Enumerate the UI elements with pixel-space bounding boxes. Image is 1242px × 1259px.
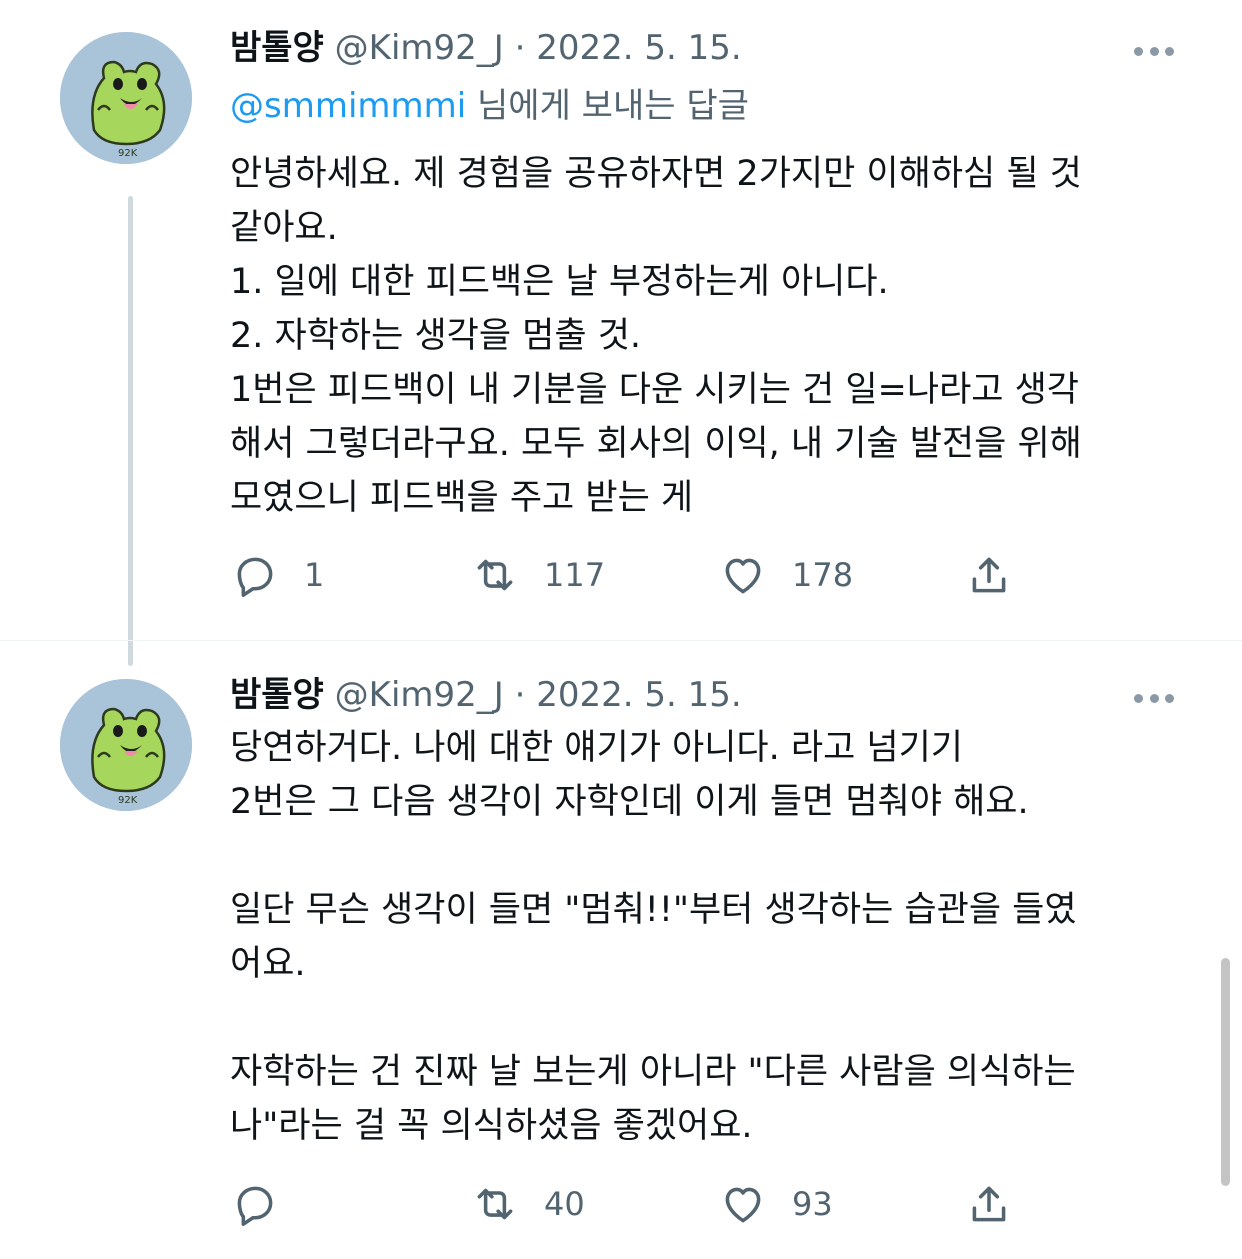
- retweet-icon: [477, 1188, 513, 1220]
- like-count: 93: [792, 1185, 833, 1223]
- tweet[interactable]: 92K 밤톨양 @Kim92_J · 2022. 5. 15. @smmimmm…: [0, 0, 1242, 666]
- tweet-date[interactable]: 2022. 5. 15.: [536, 28, 741, 68]
- mention-link[interactable]: @smmimmmi: [230, 86, 466, 126]
- tweet-text-line: 일단 무슨 생각이 들면 "멈춰!!"부터 생각하는 습관을 들였: [230, 890, 1077, 930]
- tweet-text-line: [230, 829, 1190, 883]
- reply-icon: [237, 1186, 273, 1226]
- tweet-text-line: 1. 일에 대한 피드백은 날 부정하는게 아니다.: [230, 262, 889, 302]
- heart-icon: [725, 558, 761, 594]
- tweet-text-line: 모였으니 피드백을 주고 받는 게: [230, 478, 694, 518]
- handle[interactable]: @Kim92_J: [335, 675, 504, 715]
- retweet-button[interactable]: 40: [470, 1174, 585, 1234]
- share-button[interactable]: [964, 545, 1014, 605]
- reply-to: @smmimmmi 님에게 보내는 답글: [230, 84, 749, 128]
- retweet-icon: [477, 559, 513, 591]
- reply-button[interactable]: [230, 1174, 304, 1234]
- like-button[interactable]: 178: [718, 545, 853, 605]
- more-options-icon[interactable]: [1134, 692, 1174, 704]
- avatar[interactable]: 92K: [60, 32, 192, 164]
- tweet-text: 당연하거다. 나에 대한 얘기가 아니다. 라고 넘기기 2번은 그 다음 생각…: [230, 721, 1190, 1153]
- avatar-signature: 92K: [118, 148, 138, 159]
- tweet-text-line: 2번은 그 다음 생각이 자학인데 이게 들면 멈춰야 해요.: [230, 782, 1029, 822]
- more-options-icon[interactable]: [1134, 45, 1174, 57]
- frog-avatar-icon: 92K: [60, 32, 192, 164]
- tweet-date[interactable]: 2022. 5. 15.: [536, 675, 741, 715]
- reply-to-label: 님에게 보내는 답글: [466, 86, 749, 126]
- tweet-text-line: 어요.: [230, 944, 306, 984]
- display-name[interactable]: 밤톨양: [230, 675, 324, 715]
- tweet-text: 안녕하세요. 제 경험을 공유하자면 2가지만 이해하심 될 것 같아요. 1.…: [230, 147, 1190, 525]
- tweet-text-line: 당연하거다. 나에 대한 얘기가 아니다. 라고 넘기기: [230, 728, 964, 768]
- reply-icon: [237, 557, 273, 597]
- tweet-text-line: [230, 991, 1190, 1045]
- heart-icon: [725, 1187, 761, 1223]
- frog-avatar-icon: 92K: [60, 679, 192, 811]
- avatar-signature: 92K: [118, 795, 138, 806]
- tweet-header: 밤톨양 @Kim92_J · 2022. 5. 15.: [230, 675, 1130, 715]
- share-button[interactable]: [964, 1174, 1014, 1234]
- share-icon: [972, 1186, 1006, 1222]
- scrollbar[interactable]: [1221, 958, 1230, 1186]
- retweet-count: 40: [544, 1185, 585, 1223]
- retweet-count: 117: [544, 556, 606, 594]
- tweet-text-line: 자학하는 건 진짜 날 보는게 아니라 "다른 사람을 의식하는: [230, 1052, 1076, 1092]
- like-button[interactable]: 93: [718, 1174, 833, 1234]
- separator: ·: [514, 28, 526, 68]
- tweet-text-line: 같아요.: [230, 208, 338, 248]
- tweet-actions: 1 117 178: [230, 545, 1030, 605]
- reply-count: 1: [304, 556, 325, 594]
- tweet-text-line: 나"라는 걸 꼭 의식하셨음 좋겠어요.: [230, 1106, 753, 1146]
- tweet-actions: 40 93: [230, 1174, 1030, 1234]
- reply-button[interactable]: 1: [230, 545, 324, 605]
- avatar[interactable]: 92K: [60, 679, 192, 811]
- tweet-text-line: 안녕하세요. 제 경험을 공유하자면 2가지만 이해하심 될 것: [230, 154, 1082, 194]
- tweet-text-line: 1번은 피드백이 내 기분을 다운 시키는 건 일=나라고 생각: [230, 370, 1079, 410]
- tweet[interactable]: 92K 밤톨양 @Kim92_J · 2022. 5. 15. 당연하거다. 나…: [0, 640, 1242, 1259]
- separator: ·: [514, 675, 526, 715]
- display-name[interactable]: 밤톨양: [230, 28, 324, 68]
- tweet-text-line: 해서 그렇더라구요. 모두 회사의 이익, 내 기술 발전을 위해: [230, 424, 1082, 464]
- share-icon: [972, 557, 1006, 593]
- thread-line: [128, 196, 133, 666]
- retweet-button[interactable]: 117: [470, 545, 605, 605]
- like-count: 178: [792, 556, 854, 594]
- tweet-header: 밤톨양 @Kim92_J · 2022. 5. 15.: [230, 28, 1130, 68]
- tweet-text-line: 2. 자학하는 생각을 멈출 것.: [230, 316, 642, 356]
- handle[interactable]: @Kim92_J: [335, 28, 504, 68]
